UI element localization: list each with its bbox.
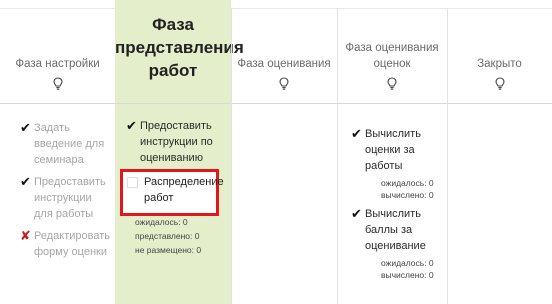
- grading-stat2-expected: ожидалось: 0: [381, 258, 434, 268]
- phase-column-grading-evaluation: Фаза оценивания оценок ✔ Вычислить оценк…: [337, 8, 447, 304]
- check-icon: ✔: [20, 174, 31, 189]
- check-icon: ✔: [20, 120, 31, 135]
- phase-column-closed: Закрыто: [447, 8, 552, 304]
- phase-column-submission: Фаза представления работ ✔ Предоставить …: [115, 0, 244, 304]
- phase-title-submission-line3: работ: [148, 61, 198, 80]
- task-edit-assessment-form[interactable]: ✘ Редактировать форму оценки: [20, 228, 110, 260]
- phase-title-grading-line2: оценок: [373, 58, 411, 70]
- lightbulb-icon[interactable]: [52, 77, 63, 91]
- column-divider: [231, 8, 232, 304]
- phase-header-submission[interactable]: Фаза представления работ: [115, 0, 244, 104]
- phase-column-assessment: Фаза оценивания: [231, 8, 337, 304]
- phase-title-grading-line1: Фаза оценивания: [345, 42, 439, 54]
- task-allocate-submissions-highlight[interactable]: Распределение работ: [120, 169, 224, 216]
- phase-header-setup[interactable]: Фаза настройки: [0, 8, 115, 104]
- check-icon: ✔: [351, 206, 362, 221]
- check-icon: ✔: [351, 126, 362, 141]
- cross-icon: ✘: [20, 228, 31, 243]
- check-icon: ✔: [126, 118, 137, 133]
- task-calculate-assessment-grades[interactable]: ✔ Вычислить баллы за оценивание: [351, 206, 426, 254]
- grading-stat1-calculated: вычислено: 0: [381, 190, 434, 200]
- phase-header-grading-evaluation[interactable]: Фаза оценивания оценок: [337, 8, 447, 104]
- lightbulb-icon[interactable]: [279, 77, 289, 91]
- workshop-phase-planner: Фаза настройки ✔ Задать введение для сем…: [0, 0, 552, 304]
- column-divider: [447, 8, 448, 304]
- phase-title-submission-line1: Фаза: [152, 15, 194, 34]
- submission-stat-submitted: представлено: 0: [135, 231, 200, 241]
- phase-title-submission-line2: представления: [115, 38, 244, 57]
- phase-title-closed: Закрыто: [477, 58, 522, 70]
- lightbulb-icon[interactable]: [494, 77, 505, 91]
- task-provide-assessment-instructions[interactable]: ✔ Предоставить инструкции по оцениванию: [126, 118, 213, 166]
- phase-header-assessment[interactable]: Фаза оценивания: [231, 8, 337, 104]
- checkbox-icon: [127, 177, 138, 188]
- task-provide-instructions[interactable]: ✔ Предоставить инструкции для работы: [20, 174, 106, 222]
- task-calculate-submission-grades[interactable]: ✔ Вычислить оценки за работы: [351, 126, 421, 174]
- task-allocate-submissions[interactable]: Распределение работ: [144, 174, 224, 206]
- submission-stat-expected: ожидалось: 0: [135, 217, 188, 227]
- task-set-intro[interactable]: ✔ Задать введение для семинара: [20, 120, 104, 168]
- phase-header-closed[interactable]: Закрыто: [447, 8, 552, 104]
- phase-column-setup: Фаза настройки ✔ Задать введение для сем…: [0, 8, 115, 304]
- column-divider: [337, 8, 338, 304]
- lightbulb-icon[interactable]: [387, 77, 397, 91]
- submission-stat-unallocated: не размещено: 0: [135, 245, 202, 255]
- phase-title-assessment: Фаза оценивания: [237, 58, 331, 70]
- grading-stat2-calculated: вычислено: 0: [381, 270, 434, 280]
- phase-title-setup: Фаза настройки: [15, 58, 100, 70]
- grading-stat1-expected: ожидалось: 0: [381, 178, 434, 188]
